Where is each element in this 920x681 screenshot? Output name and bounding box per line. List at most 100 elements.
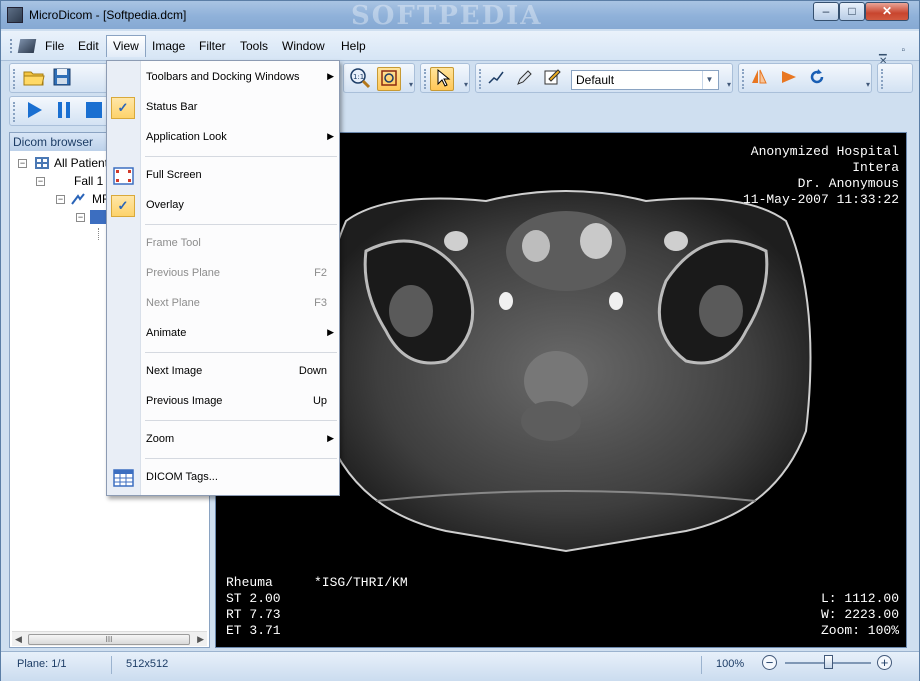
flip-vertical-icon[interactable]: [777, 67, 801, 91]
menu-item-shortcut: F3: [314, 297, 327, 309]
overlay-datetime: 11-May-2007 11:33:22: [742, 192, 899, 207]
app-logo-icon: [7, 7, 23, 23]
toolbar-grip[interactable]: [742, 69, 745, 89]
menu-item-label: Animate: [146, 327, 187, 339]
menubar-grip[interactable]: [10, 39, 14, 53]
document-icon[interactable]: [17, 39, 37, 53]
collapse-icon[interactable]: −: [56, 195, 65, 204]
pointer-toolbar: ▾: [420, 63, 470, 93]
toolbar-overflow-icon[interactable]: ▾: [866, 80, 870, 89]
scrollbar-thumb[interactable]: III: [28, 634, 190, 645]
zoom-1to1-icon[interactable]: 1:1: [348, 67, 372, 91]
menu-item-application-look[interactable]: Application Look ▶: [107, 125, 339, 151]
collapse-icon[interactable]: −: [76, 213, 85, 222]
open-folder-icon[interactable]: [22, 67, 46, 91]
minimize-button[interactable]: –: [813, 2, 839, 21]
menu-item-label: Next Image: [146, 365, 203, 377]
menu-item-full-screen[interactable]: Full Screen: [107, 163, 339, 189]
zoom-slider-thumb[interactable]: [823, 655, 833, 669]
status-dimensions: 512x512: [126, 658, 169, 670]
toolbar-grip[interactable]: [13, 69, 16, 89]
menu-window[interactable]: Window: [276, 35, 331, 57]
flip-horizontal-icon[interactable]: [747, 67, 771, 91]
view-menu-dropdown: Toolbars and Docking Windows ▶ ✓ Status …: [106, 60, 340, 496]
menu-item-label: Previous Plane: [146, 267, 220, 279]
title-bar[interactable]: MicroDicom - [Softpedia.dcm] SOFTPEDIA –…: [1, 1, 919, 31]
checkmark-icon: ✓: [111, 195, 135, 217]
zoom-out-button[interactable]: −: [762, 655, 777, 670]
pause-icon[interactable]: [52, 100, 76, 124]
preset-select[interactable]: Default ▼: [571, 70, 719, 90]
overlay-protocol: *ISG/THRI/KM: [314, 575, 408, 590]
menu-item-shortcut: Up: [312, 395, 327, 407]
toolbar-grip[interactable]: [479, 69, 482, 89]
pen-tool-icon[interactable]: [512, 67, 536, 91]
zoom-in-button[interactable]: +: [877, 655, 892, 670]
menu-file[interactable]: File: [39, 35, 70, 57]
play-icon[interactable]: [22, 100, 46, 124]
menu-item-toolbars-docking[interactable]: Toolbars and Docking Windows ▶: [107, 65, 339, 91]
submenu-arrow-icon: ▶: [327, 131, 334, 141]
status-divider: [111, 656, 112, 674]
menu-item-label: Application Look: [146, 131, 227, 143]
menu-item-status-bar[interactable]: ✓ Status Bar: [107, 95, 339, 121]
menu-separator: [145, 420, 337, 421]
submenu-arrow-icon: ▶: [327, 327, 334, 337]
toolbar-overflow-icon[interactable]: ▾: [464, 80, 468, 89]
collapse-icon[interactable]: −: [18, 159, 27, 168]
menu-item-label: Zoom: [146, 433, 175, 445]
toolbar-grip[interactable]: [424, 69, 427, 89]
overlay-hospital: Anonymized Hospital: [750, 144, 899, 159]
menu-item-dicom-tags[interactable]: DICOM Tags...: [107, 465, 339, 491]
status-plane: Plane: 1/1: [17, 658, 67, 670]
menu-tools[interactable]: Tools: [234, 35, 274, 57]
menu-separator: [145, 224, 337, 225]
annotation-toolbar: Default ▼ ▾: [475, 63, 733, 93]
checkmark-icon: ✓: [111, 97, 135, 119]
study-icon: [70, 192, 86, 206]
file-toolbar: [9, 63, 109, 93]
menu-help[interactable]: Help: [335, 35, 372, 57]
close-button[interactable]: ✕: [865, 2, 909, 21]
extra-toolbar: [877, 63, 913, 93]
save-icon[interactable]: [50, 67, 74, 91]
window-title: MicroDicom - [Softpedia.dcm]: [29, 8, 187, 22]
rotate-icon[interactable]: [805, 67, 829, 91]
menu-item-next-image[interactable]: Next Image Down: [107, 359, 339, 385]
menu-item-shortcut: Down: [298, 365, 327, 377]
overlay-department: Rheuma: [226, 575, 273, 590]
stop-icon[interactable]: [82, 100, 106, 124]
menu-image[interactable]: Image: [146, 35, 191, 57]
menu-item-animate[interactable]: Animate ▶: [107, 321, 339, 347]
horizontal-scrollbar[interactable]: ◀ III ▶: [12, 631, 207, 646]
menu-edit[interactable]: Edit: [72, 35, 105, 57]
toolbar-overflow-icon[interactable]: ▾: [727, 80, 731, 89]
fit-to-window-icon[interactable]: [377, 67, 401, 91]
menu-item-label: Frame Tool: [146, 237, 201, 249]
collapse-icon[interactable]: −: [36, 177, 45, 186]
menu-filter[interactable]: Filter: [193, 35, 232, 57]
scroll-left-icon[interactable]: ◀: [15, 634, 22, 645]
toolbar-grip[interactable]: [881, 69, 884, 89]
maximize-button[interactable]: □: [839, 2, 865, 21]
overlay-window-level: L: 1112.00: [820, 591, 899, 606]
dicom-tags-table-icon: [113, 469, 134, 487]
line-tool-icon[interactable]: [484, 67, 508, 91]
scroll-right-icon[interactable]: ▶: [197, 634, 204, 645]
menu-item-overlay[interactable]: ✓ Overlay: [107, 193, 339, 219]
menu-item-previous-image[interactable]: Previous Image Up: [107, 389, 339, 415]
preset-select-value: Default: [576, 73, 615, 87]
toolbar-grip[interactable]: [13, 102, 16, 122]
menu-item-shortcut: F2: [314, 267, 327, 279]
overlay-slice-thickness: ST 2.00: [226, 591, 281, 606]
menu-item-label: Next Plane: [146, 297, 200, 309]
menu-view[interactable]: View: [106, 35, 146, 57]
transform-toolbar: ▾: [738, 63, 872, 93]
annotation-edit-icon[interactable]: [540, 67, 564, 91]
status-zoom-level: 100%: [716, 658, 745, 670]
chevron-down-icon[interactable]: ▼: [702, 71, 716, 89]
menu-item-zoom[interactable]: Zoom ▶: [107, 427, 339, 453]
toolbar-overflow-icon[interactable]: ▾: [409, 80, 413, 89]
select-pointer-icon[interactable]: [430, 67, 454, 91]
svg-text:1:1: 1:1: [353, 73, 364, 81]
